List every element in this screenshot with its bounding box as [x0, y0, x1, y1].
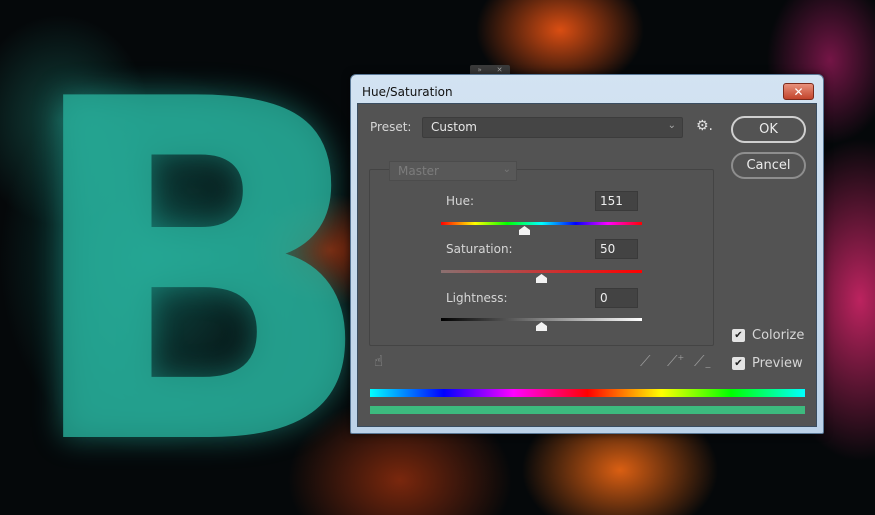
targeted-adjustment-hand-icon[interactable]: ☝ — [374, 352, 383, 370]
collapse-icon[interactable]: ✕ — [497, 66, 503, 74]
close-button[interactable]: ✕ — [783, 83, 814, 100]
artwork-letter: B — [20, 1, 378, 515]
saturation-slider-track[interactable] — [441, 270, 642, 273]
lightness-label: Lightness: — [446, 291, 508, 305]
close-icon: ✕ — [793, 84, 804, 99]
hue-label: Hue: — [446, 194, 475, 208]
hue-saturation-dialog: Hue/Saturation ✕ Preset: Custom ⌄ ⚙. OK … — [350, 74, 824, 434]
chevron-down-icon: ⌄ — [502, 164, 511, 175]
saturation-input[interactable]: 50 — [595, 239, 638, 259]
ok-button[interactable]: OK — [731, 116, 806, 143]
eyedropper-add-icon[interactable]: ⟋+ — [667, 352, 684, 370]
colorize-checkbox[interactable]: ✔ — [732, 329, 745, 342]
result-color-bar — [370, 406, 805, 414]
channel-dropdown: Master ⌄ — [389, 161, 517, 181]
channel-value: Master — [398, 164, 439, 178]
preset-dropdown[interactable]: Custom ⌄ — [422, 117, 683, 138]
lightness-input[interactable]: 0 — [595, 288, 638, 308]
hue-slider-track[interactable] — [441, 222, 642, 225]
colorize-label: Colorize — [752, 328, 805, 343]
expand-icon[interactable]: » — [477, 66, 481, 74]
lightness-slider-track[interactable] — [441, 318, 642, 321]
preview-label: Preview — [752, 356, 803, 371]
dialog-body: Preset: Custom ⌄ ⚙. OK Cancel Master ⌄ H… — [357, 103, 817, 427]
title-bar[interactable]: Hue/Saturation ✕ — [351, 75, 823, 103]
saturation-label: Saturation: — [446, 242, 513, 256]
cancel-button[interactable]: Cancel — [731, 152, 806, 179]
preview-checkbox[interactable]: ✔ — [732, 357, 745, 370]
preset-value: Custom — [431, 120, 477, 134]
eyedropper-icon[interactable]: ⟋ — [640, 352, 651, 370]
gear-icon[interactable]: ⚙. — [696, 118, 713, 134]
chevron-down-icon: ⌄ — [667, 120, 676, 131]
dialog-title: Hue/Saturation — [362, 85, 453, 99]
eyedropper-subtract-icon[interactable]: ⟋− — [694, 352, 711, 372]
hue-input[interactable]: 151 — [595, 191, 638, 211]
source-color-bar — [370, 389, 805, 397]
preset-label: Preset: — [370, 120, 412, 134]
